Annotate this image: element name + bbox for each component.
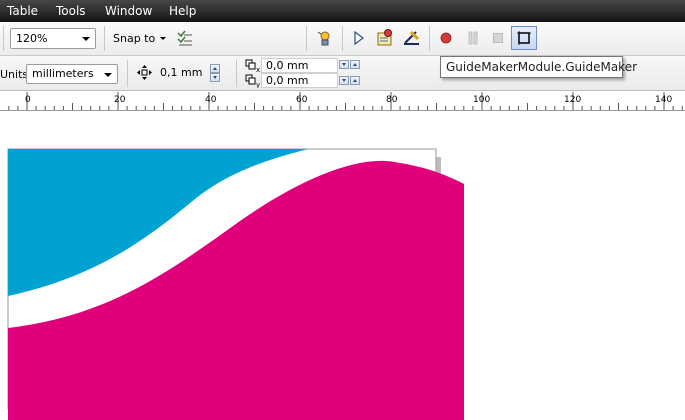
guidemaker-button[interactable] [511,26,537,50]
menu-window[interactable]: Window [105,4,152,18]
nudge-offset-value: 0,1 mm [160,66,203,79]
ruler-label: 20 [114,95,126,105]
snap-to-button[interactable]: Snap to [113,32,155,45]
pause-icon[interactable] [467,31,479,45]
record-macro-icon[interactable] [376,28,395,47]
stop-icon[interactable] [492,32,504,44]
drawing-canvas[interactable] [0,111,685,420]
duplicate-x-field[interactable]: 0,0 mm [261,58,338,73]
toolbar-separator [127,60,128,87]
units-value: millimeters [32,67,94,80]
tooltip-text: GuideMakerModule.GuideMaker [446,60,638,74]
duplicate-x-spin-up[interactable] [350,60,360,69]
ruler-ticks [8,92,683,110]
duplicate-y-spin-up[interactable] [350,76,360,85]
duplicate-y-field[interactable]: 0,0 mm [261,73,338,88]
nudge-spin-up[interactable] [210,64,220,73]
toolbar-separator [104,26,105,51]
duplicate-y-dropdown[interactable] [339,76,349,85]
zoom-level-combo[interactable]: 120% [10,28,96,49]
nudge-offset-icon [137,65,152,80]
snap-to-dropdown-icon[interactable] [160,37,166,40]
menu-bar: Table Tools Window Help [0,0,685,22]
standard-toolbar: 120% Snap to [0,22,685,56]
snap-options-icon[interactable] [176,30,193,47]
horizontal-ruler[interactable]: 0 20 40 60 80 100 120 140 [0,91,685,111]
ruler-label: 60 [296,95,308,105]
duplicate-distance-x-icon: x [245,59,260,73]
tooltip: GuideMakerModule.GuideMaker [440,56,637,78]
toolbar-separator [429,26,430,51]
record-icon[interactable] [440,32,452,44]
menu-tools[interactable]: Tools [56,4,86,18]
guidemaker-icon [517,31,531,45]
macro-icon[interactable] [316,29,334,47]
duplicate-distance-y-icon: y [245,74,260,88]
ruler-label: 40 [205,95,217,105]
units-combo[interactable]: millimeters [26,64,118,84]
chevron-down-icon [104,73,112,77]
nudge-offset-field[interactable]: 0,1 mm [155,64,207,82]
toolbar-separator [3,26,4,51]
chevron-down-icon [82,37,90,41]
ruler-label: 0 [25,95,31,105]
ruler-label: 80 [386,95,398,105]
svg-text:x: x [256,66,260,73]
ruler-label: 100 [473,95,491,105]
menu-table[interactable]: Table [7,4,38,18]
ruler-label: 120 [564,95,582,105]
svg-text:y: y [256,81,260,88]
nudge-spin-down[interactable] [210,73,220,82]
artwork [7,148,464,420]
toolbar-separator [342,26,343,51]
duplicate-x-value: 0,0 mm [266,59,309,72]
menu-help[interactable]: Help [169,4,196,18]
ruler-label: 140 [655,95,673,105]
toolbar-separator [236,60,237,87]
zoom-level-value: 120% [16,32,48,45]
toolbar-separator [306,26,307,51]
play-icon[interactable] [352,31,366,45]
guide-edit-icon[interactable] [402,28,421,47]
duplicate-y-value: 0,0 mm [266,74,309,87]
duplicate-x-dropdown[interactable] [339,60,349,69]
